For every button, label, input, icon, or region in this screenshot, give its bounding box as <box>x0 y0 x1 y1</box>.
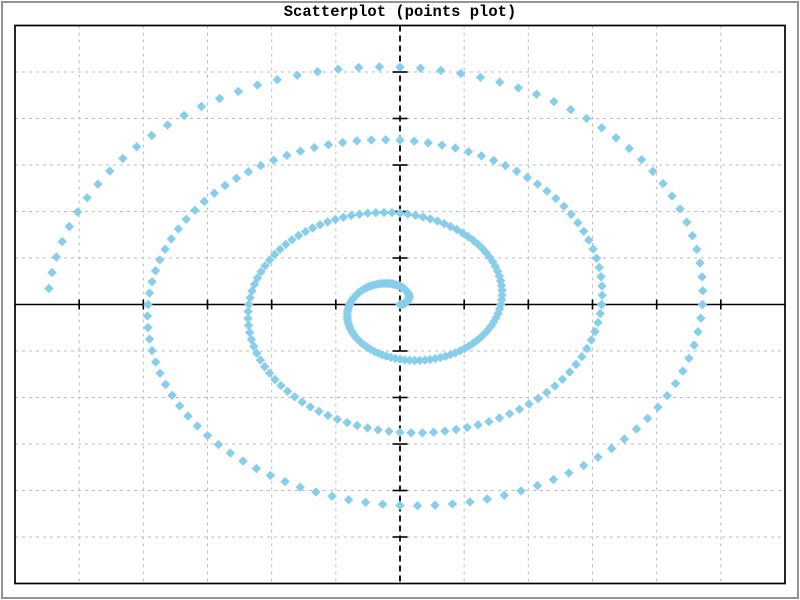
scatter-chart <box>0 0 800 600</box>
